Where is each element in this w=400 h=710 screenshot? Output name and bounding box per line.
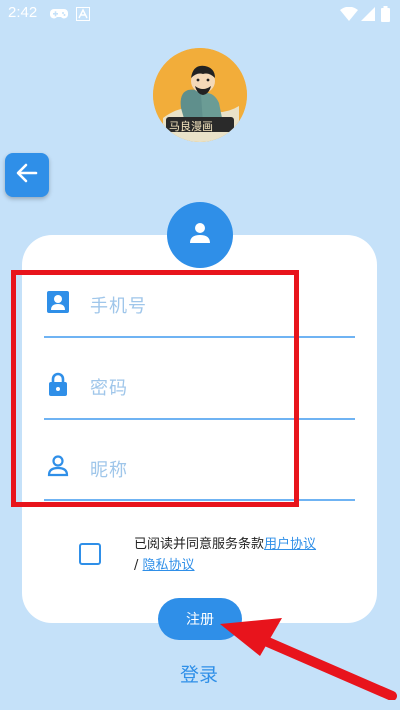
privacy-policy-link[interactable]: 隐私协议: [143, 558, 195, 573]
status-bar: 2:42: [0, 0, 400, 28]
agreement-prefix: 已阅读并同意服务条款: [134, 537, 265, 552]
wifi-icon: [340, 6, 358, 25]
user-icon: [189, 222, 211, 248]
highlight-box: [11, 270, 299, 507]
gamepad-icon: [50, 6, 68, 25]
battery-icon: [381, 6, 390, 26]
user-agreement-link[interactable]: 用户协议: [264, 537, 316, 552]
app-logo: 马良漫画: [153, 48, 247, 142]
back-button[interactable]: [5, 153, 49, 197]
status-time: 2:42: [8, 4, 38, 21]
agreement-line-2: / 隐私协议: [134, 554, 195, 573]
text-a-icon: [76, 6, 90, 25]
agreement-line-1: 已阅读并同意服务条款用户协议: [134, 533, 316, 552]
arrow-left-icon: [16, 163, 38, 187]
agree-checkbox[interactable]: [79, 543, 101, 565]
pointer-arrow-icon: [212, 610, 397, 701]
signal-icon: [361, 6, 375, 25]
agreement-separator: /: [134, 558, 139, 573]
avatar: [167, 202, 233, 268]
logo-text: 马良漫画: [169, 120, 213, 133]
